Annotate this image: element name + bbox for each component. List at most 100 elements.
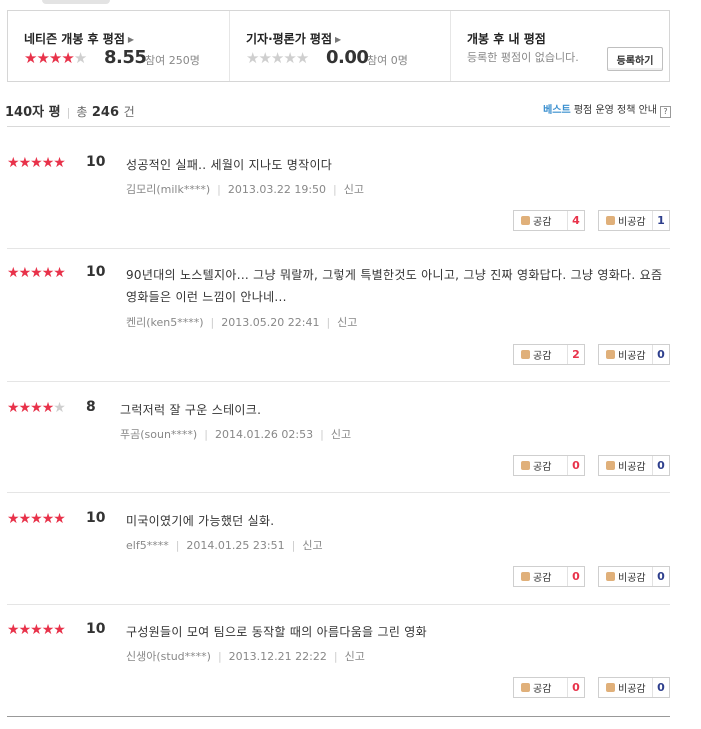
review-stars: ★★★★★ bbox=[7, 622, 66, 638]
like-count: 0 bbox=[567, 567, 584, 586]
like-count: 2 bbox=[567, 345, 584, 364]
thumbs-down-icon bbox=[606, 461, 615, 470]
review-user[interactable]: 푸곰(soun****) bbox=[120, 428, 197, 441]
dislike-button[interactable]: 비공감 1 bbox=[598, 210, 670, 231]
star-filled-icon: ★ bbox=[30, 622, 43, 638]
dislike-count: 0 bbox=[652, 567, 669, 586]
review-text: 90년대의 노스텔지아... 그냥 뭐랄까, 그렇게 특별한것도 아니고, 그냥… bbox=[126, 268, 663, 304]
like-button[interactable]: 공감 4 bbox=[513, 210, 585, 231]
report-link[interactable]: 신고 bbox=[331, 428, 351, 441]
review-date: 2013.05.20 22:41 bbox=[221, 316, 320, 329]
star-filled-icon: ★ bbox=[30, 265, 43, 281]
review-text: 구성원들이 모여 팀으로 동작할 때의 아름다움을 그린 영화 bbox=[126, 625, 427, 639]
critic-stars: ★★★★★ bbox=[246, 49, 309, 67]
thumbs-up-icon bbox=[521, 216, 530, 225]
review-date: 2013.03.22 19:50 bbox=[227, 183, 327, 196]
like-count: 4 bbox=[567, 211, 584, 230]
like-button[interactable]: 공감 0 bbox=[513, 677, 585, 698]
my-rating: 개봉 후 내 평점 등록한 평점이 없습니다. 등록하기 bbox=[451, 11, 669, 81]
review-stars: ★★★★★ bbox=[7, 511, 66, 527]
review-date: 2014.01.26 02:53 bbox=[214, 428, 314, 441]
list-title: 140자 평 bbox=[5, 105, 61, 120]
star-filled-icon: ★ bbox=[53, 265, 66, 281]
critic-rating-title[interactable]: 기자·평론가 평점 ▶ bbox=[246, 30, 341, 47]
total-unit: 건 bbox=[123, 105, 135, 119]
star-filled-icon: ★ bbox=[7, 511, 20, 527]
report-link[interactable]: 신고 bbox=[337, 316, 357, 329]
star-filled-icon: ★ bbox=[41, 511, 55, 527]
dislike-label: 비공감 bbox=[618, 351, 646, 362]
total-label: 총 bbox=[76, 105, 88, 119]
review-stars: ★★★★★ bbox=[7, 265, 66, 281]
netizen-score: 8.55 bbox=[104, 47, 147, 68]
separator: | bbox=[333, 650, 338, 663]
review-score: 10 bbox=[86, 621, 106, 637]
critic-rating: 기자·평론가 평점 ▶ ★★★★★ 0.00 참여 0명 bbox=[230, 11, 451, 81]
star-filled-icon: ★ bbox=[7, 265, 20, 281]
list-bottom-border bbox=[7, 716, 670, 717]
star-filled-icon: ★ bbox=[24, 49, 37, 67]
like-label: 공감 bbox=[533, 573, 552, 584]
thumbs-up-icon bbox=[521, 461, 530, 470]
my-rating-title: 개봉 후 내 평점 bbox=[467, 32, 546, 46]
review-text: 미국이였기에 가능했던 실화. bbox=[126, 514, 275, 528]
thumbs-up-icon bbox=[521, 683, 530, 692]
review-divider bbox=[7, 492, 670, 493]
dislike-button[interactable]: 비공감 0 bbox=[598, 455, 670, 476]
top-tab-stub bbox=[42, 0, 110, 4]
dislike-count: 0 bbox=[652, 456, 669, 475]
star-empty-icon: ★ bbox=[258, 49, 271, 67]
like-button[interactable]: 공감 0 bbox=[513, 566, 585, 587]
separator: | bbox=[204, 428, 208, 441]
review-divider bbox=[7, 381, 670, 382]
star-filled-icon: ★ bbox=[18, 511, 32, 527]
like-button[interactable]: 공감 0 bbox=[513, 455, 585, 476]
star-filled-icon: ★ bbox=[48, 49, 62, 67]
star-filled-icon: ★ bbox=[53, 622, 66, 638]
separator: | bbox=[291, 539, 296, 552]
header-divider bbox=[7, 126, 670, 127]
netizen-rating-title[interactable]: 네티즌 개봉 후 평점 ▶ bbox=[24, 30, 134, 47]
thumbs-down-icon bbox=[606, 683, 615, 692]
thumbs-up-icon bbox=[521, 350, 530, 359]
vote-buttons: 공감 0 비공감 0 bbox=[513, 566, 670, 587]
review-user[interactable]: 켄리(ken5****) bbox=[126, 316, 204, 329]
review-user[interactable]: 신생아(stud****) bbox=[126, 650, 211, 663]
review-user[interactable]: 김모리(milk****) bbox=[126, 183, 210, 196]
vote-buttons: 공감 2 비공감 0 bbox=[513, 344, 670, 365]
vote-buttons: 공감 0 비공감 0 bbox=[513, 455, 670, 476]
report-link[interactable]: 신고 bbox=[345, 650, 365, 663]
separator: | bbox=[175, 539, 180, 552]
help-icon[interactable]: ? bbox=[660, 106, 671, 118]
dislike-button[interactable]: 비공감 0 bbox=[598, 344, 670, 365]
star-filled-icon: ★ bbox=[41, 400, 55, 416]
arrow-right-icon: ▶ bbox=[335, 35, 342, 44]
dislike-button[interactable]: 비공감 0 bbox=[598, 677, 670, 698]
review-user[interactable]: elf5**** bbox=[126, 539, 169, 552]
star-filled-icon: ★ bbox=[36, 49, 49, 67]
separator: | bbox=[333, 183, 337, 196]
star-empty-icon: ★ bbox=[53, 400, 66, 416]
dislike-button[interactable]: 비공감 0 bbox=[598, 566, 670, 587]
report-link[interactable]: 신고 bbox=[344, 183, 364, 196]
report-link[interactable]: 신고 bbox=[302, 539, 322, 552]
review-stars: ★★★★★ bbox=[7, 400, 66, 416]
star-empty-icon: ★ bbox=[295, 49, 309, 67]
review-date: 2013.12.21 22:22 bbox=[228, 650, 327, 663]
thumbs-down-icon bbox=[606, 350, 615, 359]
policy-link[interactable]: 베스트 평점 운영 정책 안내? bbox=[543, 101, 671, 118]
like-count: 0 bbox=[567, 456, 584, 475]
star-filled-icon: ★ bbox=[30, 155, 43, 171]
review-divider bbox=[7, 248, 670, 249]
star-filled-icon: ★ bbox=[18, 400, 32, 416]
netizen-rating: 네티즌 개봉 후 평점 ▶ ★★★★★ 8.55 참여 250명 bbox=[8, 11, 230, 81]
like-button[interactable]: 공감 2 bbox=[513, 344, 585, 365]
separator: | bbox=[320, 428, 324, 441]
review-meta: elf5**** | 2014.01.25 23:51 | 신고 bbox=[126, 537, 323, 553]
like-label: 공감 bbox=[533, 462, 552, 473]
vote-buttons: 공감 0 비공감 0 bbox=[513, 677, 670, 698]
thumbs-up-icon bbox=[521, 572, 530, 581]
review-meta: 켄리(ken5****) | 2013.05.20 22:41 | 신고 bbox=[126, 314, 357, 330]
review-date: 2014.01.25 23:51 bbox=[186, 539, 285, 552]
register-rating-button[interactable]: 등록하기 bbox=[607, 47, 663, 71]
